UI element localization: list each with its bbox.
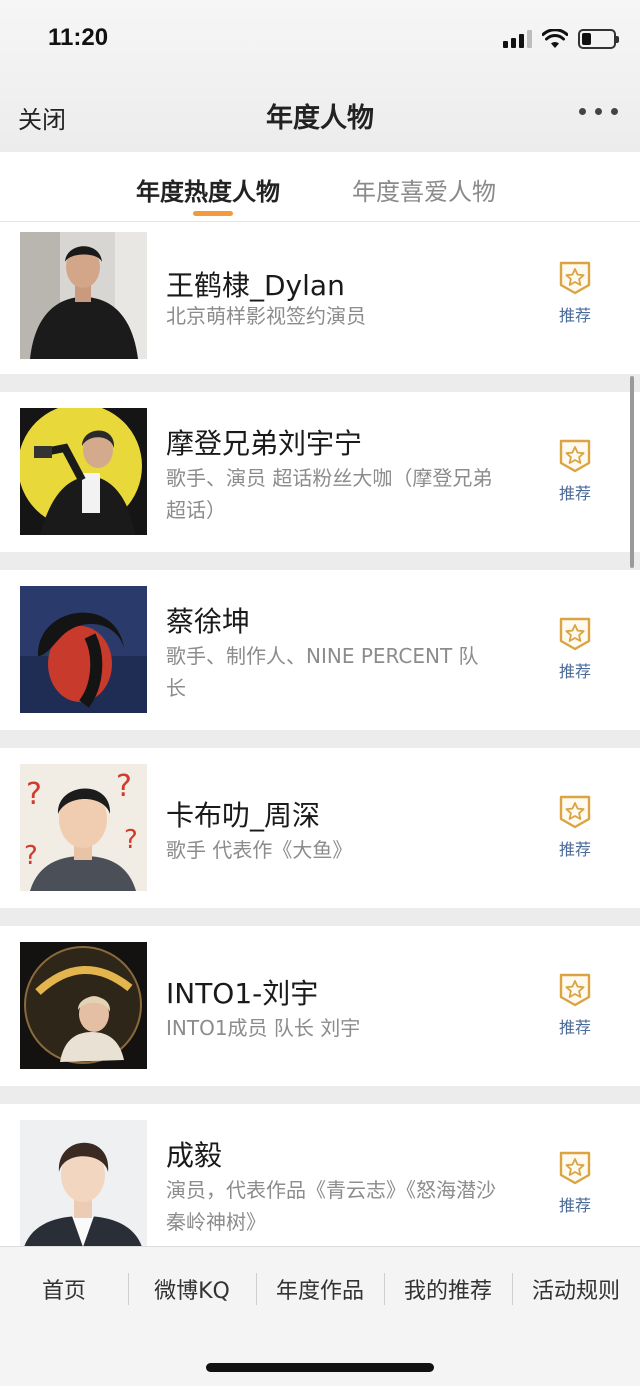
avatar (20, 232, 147, 359)
home-indicator[interactable] (206, 1363, 434, 1372)
bottom-tab-home[interactable]: 首页 (0, 1247, 128, 1331)
person-name: 成毅 (166, 1139, 223, 1172)
recommend-badge-icon (559, 973, 591, 1007)
recommend-label: 推荐 (558, 484, 591, 503)
avatar (20, 1120, 147, 1246)
recommend-label: 推荐 (558, 840, 591, 859)
bottom-tab-event-rules[interactable]: 活动规则 (512, 1247, 640, 1331)
recommend-badge-icon (559, 1151, 591, 1185)
avatar (20, 408, 147, 535)
person-description: 歌手 代表作《大鱼》 (166, 838, 353, 862)
recommend-button[interactable]: 推荐 (555, 794, 595, 860)
person-description: 北京萌样影视签约演员 (166, 304, 366, 328)
list-item[interactable]: 摩登兄弟刘宇宁 歌手、演员 超话粉丝大咖（摩登兄弟超话） 推荐 (0, 392, 640, 552)
svg-text:?: ? (124, 825, 138, 855)
svg-text:?: ? (24, 841, 38, 871)
recommend-label: 推荐 (558, 306, 591, 325)
person-description: 歌手、演员 超话粉丝大咖（摩登兄弟超话） (166, 466, 493, 522)
wifi-icon (542, 29, 568, 48)
person-name: INTO1-刘宇 (166, 977, 319, 1010)
recommend-button[interactable]: 推荐 (555, 1150, 595, 1216)
list-item[interactable]: INTO1-刘宇 INTO1成员 队长 刘宇 推荐 (0, 926, 640, 1086)
list-item[interactable]: 成毅 演员，代表作品《青云志》《怒海潜沙 秦岭神树》 推荐 (0, 1104, 640, 1246)
header: 11:20 关闭 年度人物 (0, 0, 640, 152)
recommend-button[interactable]: 推荐 (555, 616, 595, 682)
list-item[interactable]: ? ? ? ? 卡布叻_周深 歌手 代表作《大鱼》 推荐 (0, 748, 640, 908)
list-item[interactable]: 王鹤棣_Dylan 北京萌样影视签约演员 推荐 (0, 222, 640, 374)
recommend-label: 推荐 (558, 1196, 591, 1215)
status-icons (503, 28, 619, 50)
recommend-button[interactable]: 推荐 (555, 972, 595, 1038)
cellular-signal-icon (503, 30, 532, 48)
recommend-button[interactable]: 推荐 (555, 260, 595, 326)
svg-text:?: ? (116, 769, 132, 804)
scrollbar[interactable] (630, 376, 634, 568)
recommend-badge-icon (559, 795, 591, 829)
category-tabs: 年度热度人物 年度喜爱人物 (0, 152, 640, 222)
tab-favorite-persons[interactable]: 年度喜爱人物 (352, 172, 496, 207)
person-description: INTO1成员 队长 刘宇 (166, 1016, 361, 1040)
recommend-label: 推荐 (558, 662, 591, 681)
person-name: 王鹤棣_Dylan (166, 269, 345, 302)
battery-icon (578, 29, 619, 49)
avatar (20, 942, 147, 1069)
recommend-label: 推荐 (558, 1018, 591, 1037)
avatar: ? ? ? ? (20, 764, 147, 891)
person-description: 歌手、制作人、NINE PERCENT 队长 (166, 644, 479, 700)
person-name: 摩登兄弟刘宇宁 (166, 427, 363, 460)
page-title: 年度人物 (266, 103, 374, 134)
bottom-tab-annual-works[interactable]: 年度作品 (256, 1247, 384, 1331)
recommend-badge-icon (559, 617, 591, 651)
status-time: 11:20 (48, 24, 109, 51)
recommend-button[interactable]: 推荐 (555, 438, 595, 504)
bottom-tab-my-recommendations[interactable]: 我的推荐 (384, 1247, 512, 1331)
avatar (20, 586, 147, 713)
list-item[interactable]: 蔡徐坤 歌手、制作人、NINE PERCENT 队长 推荐 (0, 570, 640, 730)
person-list: 王鹤棣_Dylan 北京萌样影视签约演员 推荐 摩登兄弟刘宇宁 歌手、演员 超话… (0, 222, 640, 1246)
active-tab-indicator (193, 211, 233, 216)
more-options-icon[interactable] (579, 108, 618, 115)
recommend-badge-icon (559, 261, 591, 295)
person-name: 卡布叻_周深 (166, 799, 321, 832)
person-description: 演员，代表作品《青云志》《怒海潜沙 秦岭神树》 (166, 1178, 496, 1234)
svg-text:?: ? (26, 777, 42, 812)
recommend-badge-icon (559, 439, 591, 473)
bottom-navigation: 首页 微博KQ 年度作品 我的推荐 活动规则 (0, 1246, 640, 1386)
bottom-tab-weibo-kq[interactable]: 微博KQ (128, 1247, 256, 1331)
tab-hot-persons[interactable]: 年度热度人物 (136, 172, 280, 207)
person-name: 蔡徐坤 (166, 605, 251, 638)
